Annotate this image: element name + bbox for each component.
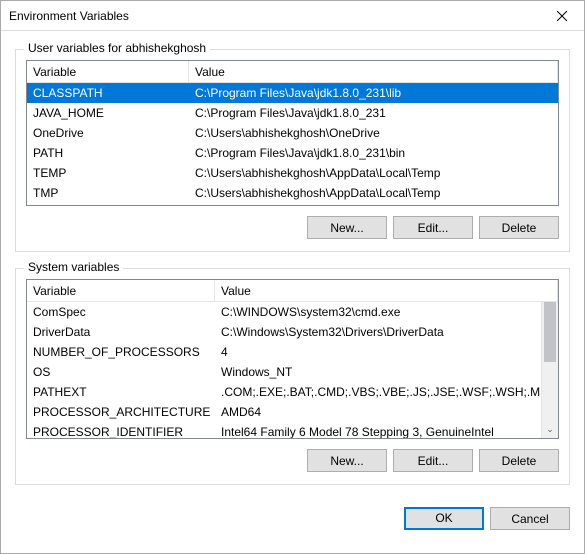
cell-value: C:\Program Files\Java\jdk1.8.0_231\bin: [189, 146, 558, 160]
user-header-value[interactable]: Value: [189, 61, 558, 82]
system-table-rows: ComSpec C:\WINDOWS\system32\cmd.exe Driv…: [27, 302, 558, 439]
cell-variable: TMP: [27, 186, 189, 200]
window-title: Environment Variables: [9, 9, 129, 23]
table-row[interactable]: JAVA_HOME C:\Program Files\Java\jdk1.8.0…: [27, 103, 558, 123]
user-header-variable[interactable]: Variable: [27, 61, 189, 82]
scroll-down-icon[interactable]: ⌄: [542, 421, 558, 438]
system-edit-button[interactable]: Edit...: [393, 449, 473, 472]
system-variables-group: System variables Variable Value ComSpec …: [15, 268, 570, 485]
cell-variable: TEMP: [27, 166, 189, 180]
system-header-variable[interactable]: Variable: [27, 280, 215, 301]
user-variables-group: User variables for abhishekghosh Variabl…: [15, 49, 570, 252]
cell-value: Windows_NT: [215, 365, 541, 379]
cell-value: C:\WINDOWS\system32\cmd.exe: [215, 305, 541, 319]
user-new-button[interactable]: New...: [307, 216, 387, 239]
system-variables-table[interactable]: Variable Value ComSpec C:\WINDOWS\system…: [26, 279, 559, 439]
cell-variable: PROCESSOR_ARCHITECTURE: [27, 405, 215, 419]
table-row[interactable]: PROCESSOR_IDENTIFIER Intel64 Family 6 Mo…: [27, 422, 541, 439]
close-button[interactable]: [539, 1, 584, 31]
user-edit-button[interactable]: Edit...: [393, 216, 473, 239]
user-delete-button[interactable]: Delete: [479, 216, 559, 239]
cell-variable: OneDrive: [27, 126, 189, 140]
cell-value: C:\Program Files\Java\jdk1.8.0_231\lib: [189, 86, 558, 100]
cell-variable: ComSpec: [27, 305, 215, 319]
table-row[interactable]: PATHEXT .COM;.EXE;.BAT;.CMD;.VBS;.VBE;.J…: [27, 382, 541, 402]
cell-variable: NUMBER_OF_PROCESSORS: [27, 345, 215, 359]
user-table-rows: CLASSPATH C:\Program Files\Java\jdk1.8.0…: [27, 83, 558, 203]
system-table-header: Variable Value: [27, 280, 558, 302]
user-buttons-row: New... Edit... Delete: [26, 216, 559, 239]
cell-variable: DriverData: [27, 325, 215, 339]
cell-variable: PROCESSOR_IDENTIFIER: [27, 425, 215, 439]
table-row[interactable]: TEMP C:\Users\abhishekghosh\AppData\Loca…: [27, 163, 558, 183]
cancel-button[interactable]: Cancel: [490, 507, 570, 530]
system-new-button[interactable]: New...: [307, 449, 387, 472]
titlebar: Environment Variables: [1, 1, 584, 31]
cell-variable: JAVA_HOME: [27, 106, 189, 120]
system-header-value[interactable]: Value: [215, 280, 558, 301]
table-row[interactable]: OneDrive C:\Users\abhishekghosh\OneDrive: [27, 123, 558, 143]
cell-variable: PATHEXT: [27, 385, 215, 399]
cell-value: 4: [215, 345, 541, 359]
cell-value: C:\Windows\System32\Drivers\DriverData: [215, 325, 541, 339]
system-buttons-row: New... Edit... Delete: [26, 449, 559, 472]
cell-value: C:\Users\abhishekghosh\OneDrive: [189, 126, 558, 140]
cell-value: AMD64: [215, 405, 541, 419]
user-variables-table[interactable]: Variable Value CLASSPATH C:\Program File…: [26, 60, 559, 206]
system-variables-legend: System variables: [24, 260, 123, 274]
cell-value: C:\Users\abhishekghosh\AppData\Local\Tem…: [189, 166, 558, 180]
user-table-header: Variable Value: [27, 61, 558, 83]
user-variables-legend: User variables for abhishekghosh: [24, 41, 210, 55]
dialog-buttons-row: OK Cancel: [1, 497, 584, 542]
scrollbar-thumb[interactable]: [544, 302, 556, 362]
system-scrollbar[interactable]: ⌄: [541, 302, 558, 438]
table-row[interactable]: PROCESSOR_ARCHITECTURE AMD64: [27, 402, 541, 422]
cell-variable: CLASSPATH: [27, 86, 189, 100]
cell-value: Intel64 Family 6 Model 78 Stepping 3, Ge…: [215, 425, 541, 439]
cell-variable: PATH: [27, 146, 189, 160]
system-delete-button[interactable]: Delete: [479, 449, 559, 472]
dialog-content: User variables for abhishekghosh Variabl…: [1, 31, 584, 497]
cell-value: .COM;.EXE;.BAT;.CMD;.VBS;.VBE;.JS;.JSE;.…: [215, 385, 541, 399]
table-row[interactable]: TMP C:\Users\abhishekghosh\AppData\Local…: [27, 183, 558, 203]
table-row[interactable]: PATH C:\Program Files\Java\jdk1.8.0_231\…: [27, 143, 558, 163]
close-icon: [557, 11, 567, 21]
cell-variable: OS: [27, 365, 215, 379]
table-row[interactable]: NUMBER_OF_PROCESSORS 4: [27, 342, 541, 362]
cell-value: C:\Users\abhishekghosh\AppData\Local\Tem…: [189, 186, 558, 200]
table-row[interactable]: OS Windows_NT: [27, 362, 541, 382]
ok-button[interactable]: OK: [404, 507, 484, 530]
table-row[interactable]: DriverData C:\Windows\System32\Drivers\D…: [27, 322, 541, 342]
table-row[interactable]: CLASSPATH C:\Program Files\Java\jdk1.8.0…: [27, 83, 558, 103]
cell-value: C:\Program Files\Java\jdk1.8.0_231: [189, 106, 558, 120]
table-row[interactable]: ComSpec C:\WINDOWS\system32\cmd.exe: [27, 302, 541, 322]
